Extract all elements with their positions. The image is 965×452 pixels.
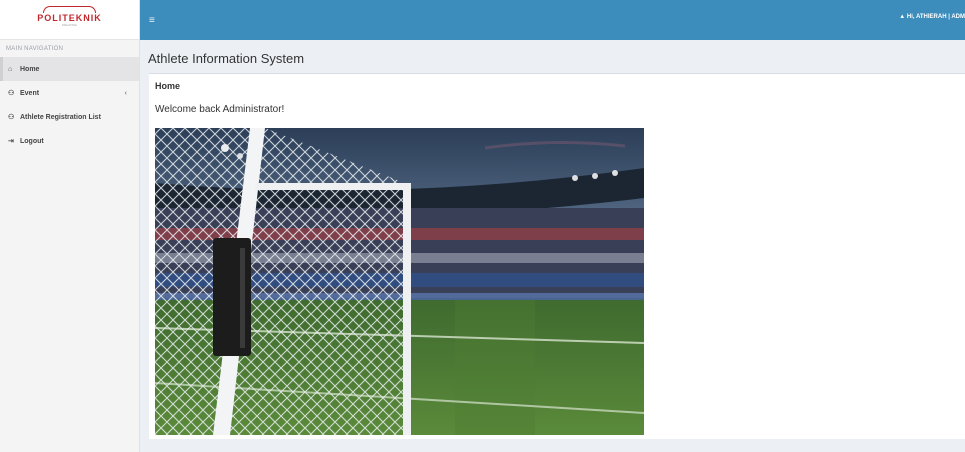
logo-text: POLITEKNIK MALAYSIA — [37, 5, 102, 27]
sidebar-item-label: Logout — [20, 137, 44, 145]
welcome-message: Welcome back Administrator! — [155, 104, 285, 115]
content-area: Athlete Information System Home Welcome … — [140, 40, 965, 452]
sidebar: POLITEKNIK MALAYSIA MAIN NAVIGATION ⌂ Ho… — [0, 0, 140, 452]
sidebar-item-athlete-registration-list[interactable]: ⚇ Athlete Registration List — [0, 105, 139, 129]
topbar: ≡ ▲ Hi, ATHIERAH | ADM — [140, 0, 965, 40]
user-greeting: Hi, ATHIERAH | ADM — [906, 14, 965, 20]
hamburger-icon[interactable]: ≡ — [140, 15, 155, 26]
stadium-image — [155, 128, 644, 435]
logo[interactable]: POLITEKNIK MALAYSIA — [0, 0, 139, 40]
sidebar-item-logout[interactable]: ⇥ Logout — [0, 129, 139, 153]
sidebar-item-event[interactable]: ⚇ Event ‹ — [0, 81, 139, 105]
chevron-left-icon: ‹ — [124, 89, 127, 97]
users-icon: ⚇ — [8, 90, 15, 97]
logout-icon: ⇥ — [8, 138, 14, 145]
users-icon: ⚇ — [8, 114, 15, 121]
user-menu[interactable]: ▲ Hi, ATHIERAH | ADM — [899, 14, 965, 20]
sidebar-item-label: Athlete Registration List — [20, 113, 101, 121]
sidebar-item-label: Home — [20, 65, 40, 73]
home-icon: ⌂ — [8, 65, 13, 73]
sidebar-item-label: Event — [20, 89, 40, 97]
panel-heading: Home — [155, 81, 181, 91]
logo-subtext: MALAYSIA — [62, 22, 77, 27]
home-panel: Home Welcome back Administrator! — [149, 73, 965, 439]
sidebar-item-home[interactable]: ⌂ Home — [0, 57, 139, 81]
nav-header: MAIN NAVIGATION — [6, 46, 64, 52]
page-title: Athlete Information System — [148, 51, 305, 66]
user-icon: ▲ — [899, 14, 906, 20]
